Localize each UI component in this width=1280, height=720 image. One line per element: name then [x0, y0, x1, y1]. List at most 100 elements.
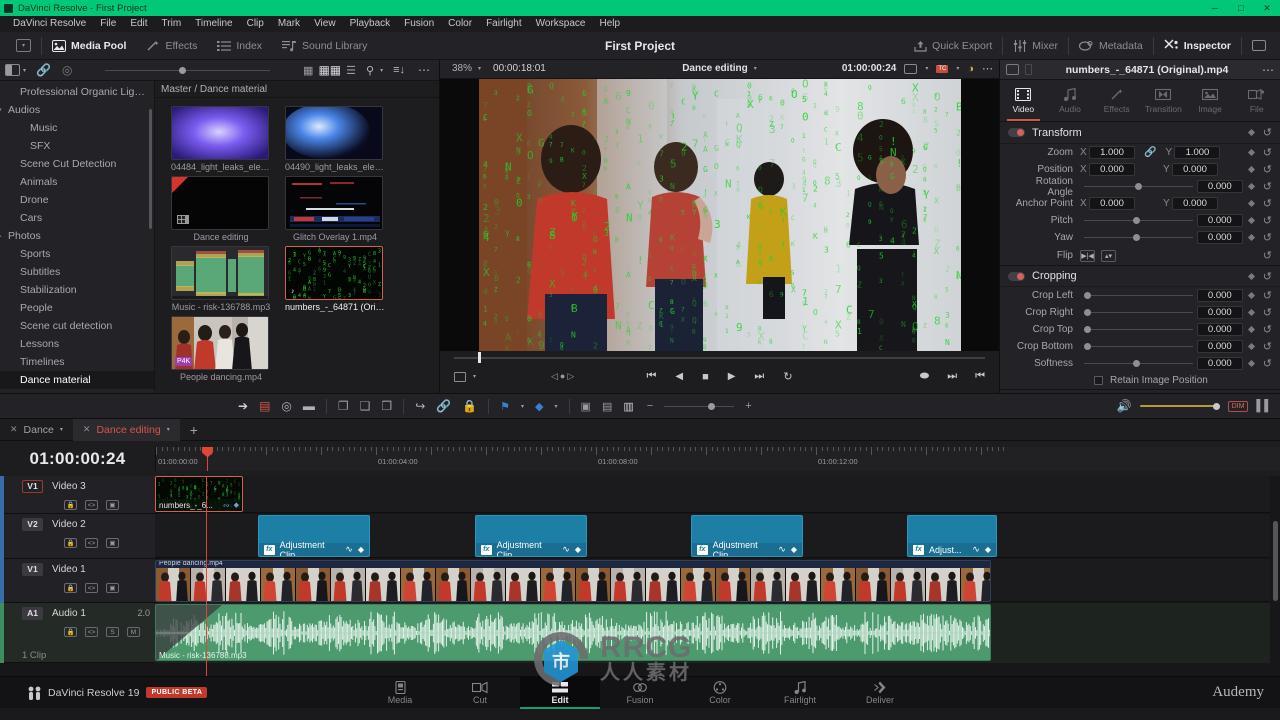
inspector-tabs[interactable]: Video Audio Effects Transition Image File — [1000, 80, 1280, 122]
overwrite-clip-icon[interactable]: ❑ — [360, 399, 371, 413]
keyframe-icon[interactable] — [1248, 272, 1255, 279]
media-clip-thumbnail[interactable] — [171, 176, 269, 230]
tree-item-timelines[interactable]: Timelines — [0, 353, 154, 371]
inspector-tab-image[interactable]: Image — [1187, 80, 1234, 121]
lock-track-icon[interactable]: 🔒 — [64, 538, 77, 548]
razor-edit-icon[interactable]: ▬ — [303, 399, 315, 413]
menu-item-view[interactable]: View — [307, 16, 343, 32]
mark-out-icon[interactable]: ⏭ — [947, 370, 957, 383]
media-clip-thumbnail[interactable] — [171, 106, 269, 160]
track-chip-v1[interactable]: V1 — [22, 563, 43, 576]
auto-select-icon[interactable]: <> — [85, 538, 98, 548]
flip-horizontal-icon[interactable]: ▶|◀ — [1080, 250, 1095, 262]
menu-bar[interactable]: DaVinci Resolve File Edit Trim Timeline Clip M… — [0, 16, 1280, 32]
trim-edit-mode-icon[interactable]: ▤ — [259, 399, 270, 413]
step-back-icon[interactable]: ◀ — [675, 371, 683, 382]
chevron-down-icon[interactable]: ▾ — [925, 65, 928, 72]
toolbar-button-inspector[interactable]: Inspector — [1154, 32, 1241, 60]
aspect-ratio-icon[interactable] — [454, 372, 466, 382]
clip-curve-icon[interactable]: ∿ — [778, 544, 786, 555]
keyframe-icon[interactable] — [1248, 166, 1255, 173]
anchor-y-input[interactable]: 0.000 — [1172, 197, 1218, 210]
link-icon[interactable]: 🔗 — [1144, 147, 1156, 158]
replace-clip-icon[interactable]: ❒ — [381, 399, 392, 413]
media-clip-item[interactable]: Dance editing — [171, 176, 271, 242]
toolbar-button-effects[interactable]: Effects — [136, 32, 207, 60]
link-broken-icon[interactable]: 🔗 — [36, 63, 51, 77]
row-retain-image-position[interactable]: Retain Image Position — [1000, 372, 1280, 389]
toolbar-button-sound-library[interactable]: Sound Library — [272, 32, 377, 60]
stop-icon[interactable]: ■ — [702, 371, 709, 383]
play-icon[interactable]: ▶ — [728, 371, 736, 382]
track-header-video3[interactable]: V1 Video 3 🔒 <> ▣ — [4, 476, 159, 514]
pitch-slider[interactable] — [1084, 214, 1193, 227]
clip-keyframe-icon[interactable]: ◆ — [985, 545, 991, 554]
clip-curve-icon[interactable]: ∿ — [345, 544, 353, 555]
viewer-scrubber[interactable] — [440, 351, 999, 363]
cloud-icon[interactable]: ◎ — [62, 63, 72, 77]
toolbar-button-quick-export[interactable]: Quick Export — [904, 32, 1002, 60]
transform-toggle[interactable] — [1008, 128, 1025, 137]
keyframe-icon[interactable] — [1248, 217, 1255, 224]
scrubber-handle[interactable] — [478, 352, 481, 363]
keyframe-icon[interactable] — [1248, 343, 1255, 350]
chevron-down-icon[interactable]: ▾ — [555, 403, 558, 410]
chevron-down-icon[interactable]: ▾ — [521, 403, 524, 410]
lock-track-icon[interactable]: 🔒 — [64, 500, 77, 510]
chevron-down-icon[interactable]: ▾ — [754, 65, 757, 72]
viewer-current-timecode[interactable]: 01:00:00:24 — [842, 63, 896, 74]
menu-item-mark[interactable]: Mark — [271, 16, 307, 32]
menu-item-file[interactable]: File — [93, 16, 123, 32]
marker-nav-icons[interactable]: ◁●▷ — [551, 371, 576, 382]
viewer-canvas[interactable]: A4572Z14278160XC644Z0N7393BZ2AKY8NBC52N4… — [440, 79, 999, 351]
safe-area-icon[interactable] — [904, 64, 917, 74]
snapping-icon[interactable]: ↪ — [415, 399, 425, 413]
zoom-custom-icon[interactable]: ▥ — [623, 400, 633, 413]
timecode-format-icon[interactable]: TC — [936, 65, 948, 73]
maximize-button[interactable]: □ — [1228, 0, 1254, 16]
track-header-video2[interactable]: V2 Video 2 🔒 <> ▣ — [4, 514, 159, 559]
tree-item-stabilization[interactable]: Stabilization — [0, 281, 154, 299]
menu-item-fairlight[interactable]: Fairlight — [479, 16, 529, 32]
zoom-y-input[interactable]: 1.000 — [1174, 146, 1220, 159]
clip-keyframe-icon[interactable]: ◆ — [358, 545, 364, 554]
tree-item-animals[interactable]: Animals — [0, 173, 154, 191]
reset-icon[interactable]: ↺ — [1263, 214, 1272, 227]
close-icon[interactable]: ✕ — [10, 424, 18, 435]
media-clip-item[interactable]: 04490_light_leaks_elem... — [285, 106, 385, 172]
viewer-timeline-name[interactable]: Dance editing — [682, 63, 748, 74]
color-wheel-icon[interactable]: ◑ — [967, 63, 974, 75]
nav-page-fairlight[interactable]: Fairlight — [760, 677, 840, 709]
track-visibility-icon[interactable]: ▣ — [106, 538, 119, 548]
close-icon[interactable]: ✕ — [83, 424, 91, 435]
track-chip-v2[interactable]: V2 — [22, 518, 43, 531]
track-visibility-icon[interactable]: ▣ — [106, 500, 119, 510]
timeline-clip-numbers[interactable]: A052982X73O023A2C1Y5GO0654428Y80XY9XYYXO… — [155, 476, 243, 512]
track-name-video2[interactable]: Video 2 — [52, 519, 86, 530]
reset-icon[interactable]: ↺ — [1263, 231, 1272, 244]
last-frame-icon[interactable]: ⏭ — [754, 370, 764, 383]
auto-select-icon[interactable]: <> — [85, 583, 98, 593]
media-clip-item[interactable]: 04484_light_leaks_elem... — [171, 106, 271, 172]
ruler-playhead[interactable] — [207, 447, 208, 471]
auto-select-icon[interactable]: <> — [85, 500, 98, 510]
audio-meters-icon[interactable]: ▌▌ — [1256, 400, 1272, 412]
inspector-tab-file[interactable]: File — [1233, 80, 1280, 121]
media-clip-thumbnail[interactable] — [285, 176, 383, 230]
sort-icon[interactable]: ≡↓ — [393, 64, 405, 76]
timeline-zoom-slider[interactable] — [664, 401, 734, 411]
keyframe-icon[interactable] — [1248, 326, 1255, 333]
reset-icon[interactable]: ↺ — [1263, 163, 1272, 176]
track-chip-a1[interactable]: A1 — [22, 607, 43, 620]
media-clip-thumbnail[interactable] — [285, 106, 383, 160]
timeline-playhead[interactable] — [206, 476, 207, 676]
timeline-clip-people-dancing[interactable]: People dancing.mp4 — [155, 560, 991, 602]
keyframe-icon[interactable] — [1248, 149, 1255, 156]
section-header-transform[interactable]: Transform ↺ — [1000, 122, 1280, 144]
reset-icon[interactable]: ↺ — [1263, 340, 1272, 353]
rotation-input[interactable]: 0.000 — [1197, 180, 1243, 193]
track-chip-v3[interactable]: V1 — [22, 480, 43, 493]
inspector-tab-transition[interactable]: Transition — [1140, 80, 1187, 121]
clip-curve-icon[interactable]: ∿ — [972, 544, 980, 555]
chevron-down-icon[interactable]: ▾ — [380, 67, 383, 74]
